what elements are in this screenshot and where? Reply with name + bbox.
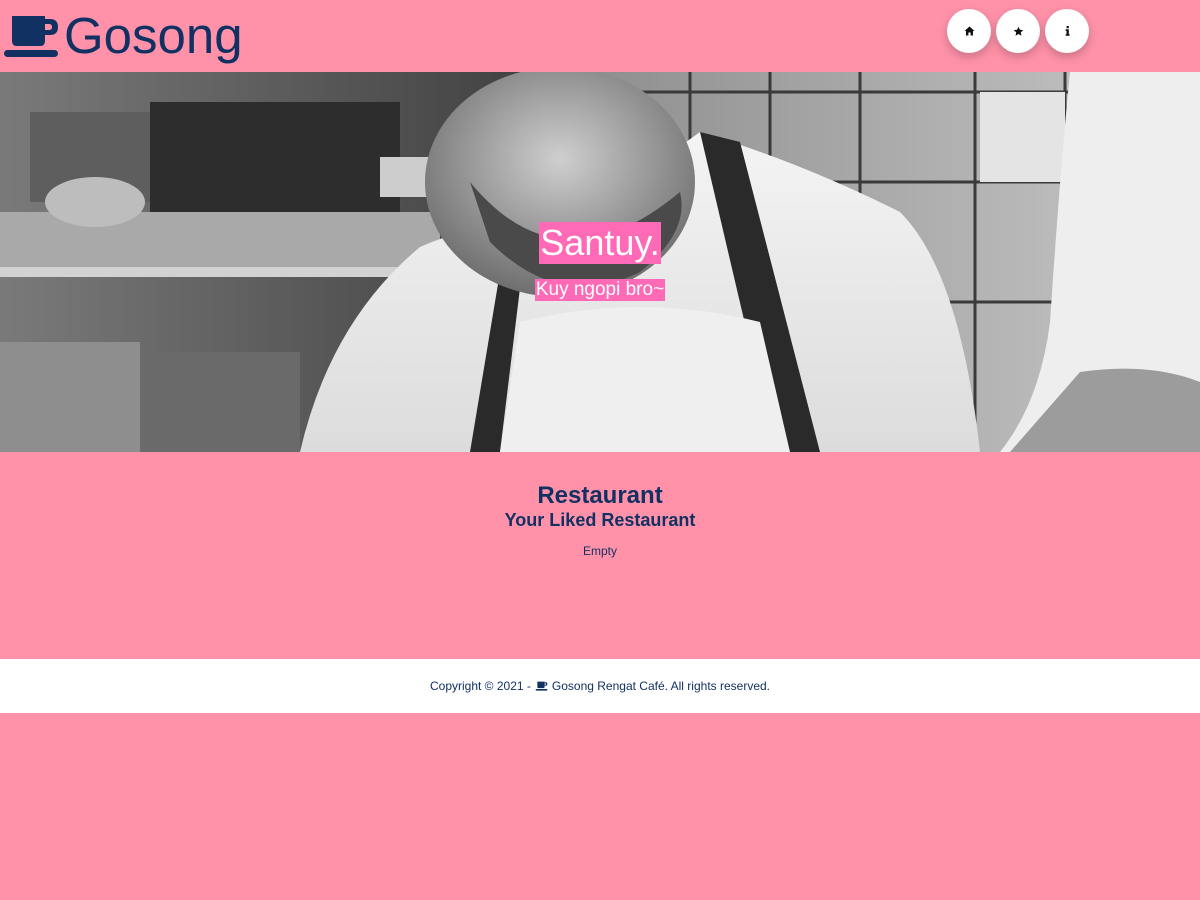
liked-restaurants-section: Restaurant Your Liked Restaurant Empty [0,452,1200,659]
favorites-button[interactable] [996,9,1040,53]
main-nav [947,9,1089,53]
section-title: Restaurant [537,482,663,509]
hero-title: Santuy. [539,222,661,264]
brand-name: Gosong [64,7,243,64]
coffee-cup-icon [4,16,58,57]
star-icon [1013,26,1023,36]
hero-banner: Santuy. Kuy ngopi bro~ [0,72,1200,452]
about-button[interactable] [1045,9,1089,53]
hero-text: Santuy. Kuy ngopi bro~ [0,222,1200,301]
footer-copyright: Copyright © 2021 - [429,679,531,693]
site-footer: Copyright © 2021 - Gosong Rengat Café. A… [0,659,1200,713]
home-button[interactable] [947,9,991,53]
home-icon [964,26,974,36]
info-icon [1065,26,1070,36]
footer-text: Gosong Rengat Café. All rights reserved. [551,679,771,693]
empty-state-text: Empty [582,544,617,558]
section-subtitle: Your Liked Restaurant [504,510,696,530]
hero-tagline: Kuy ngopi bro~ [534,279,666,301]
site-header: Gosong [0,0,1200,72]
coffee-cup-icon [535,681,548,691]
brand-logo-link[interactable]: Gosong [3,6,243,66]
